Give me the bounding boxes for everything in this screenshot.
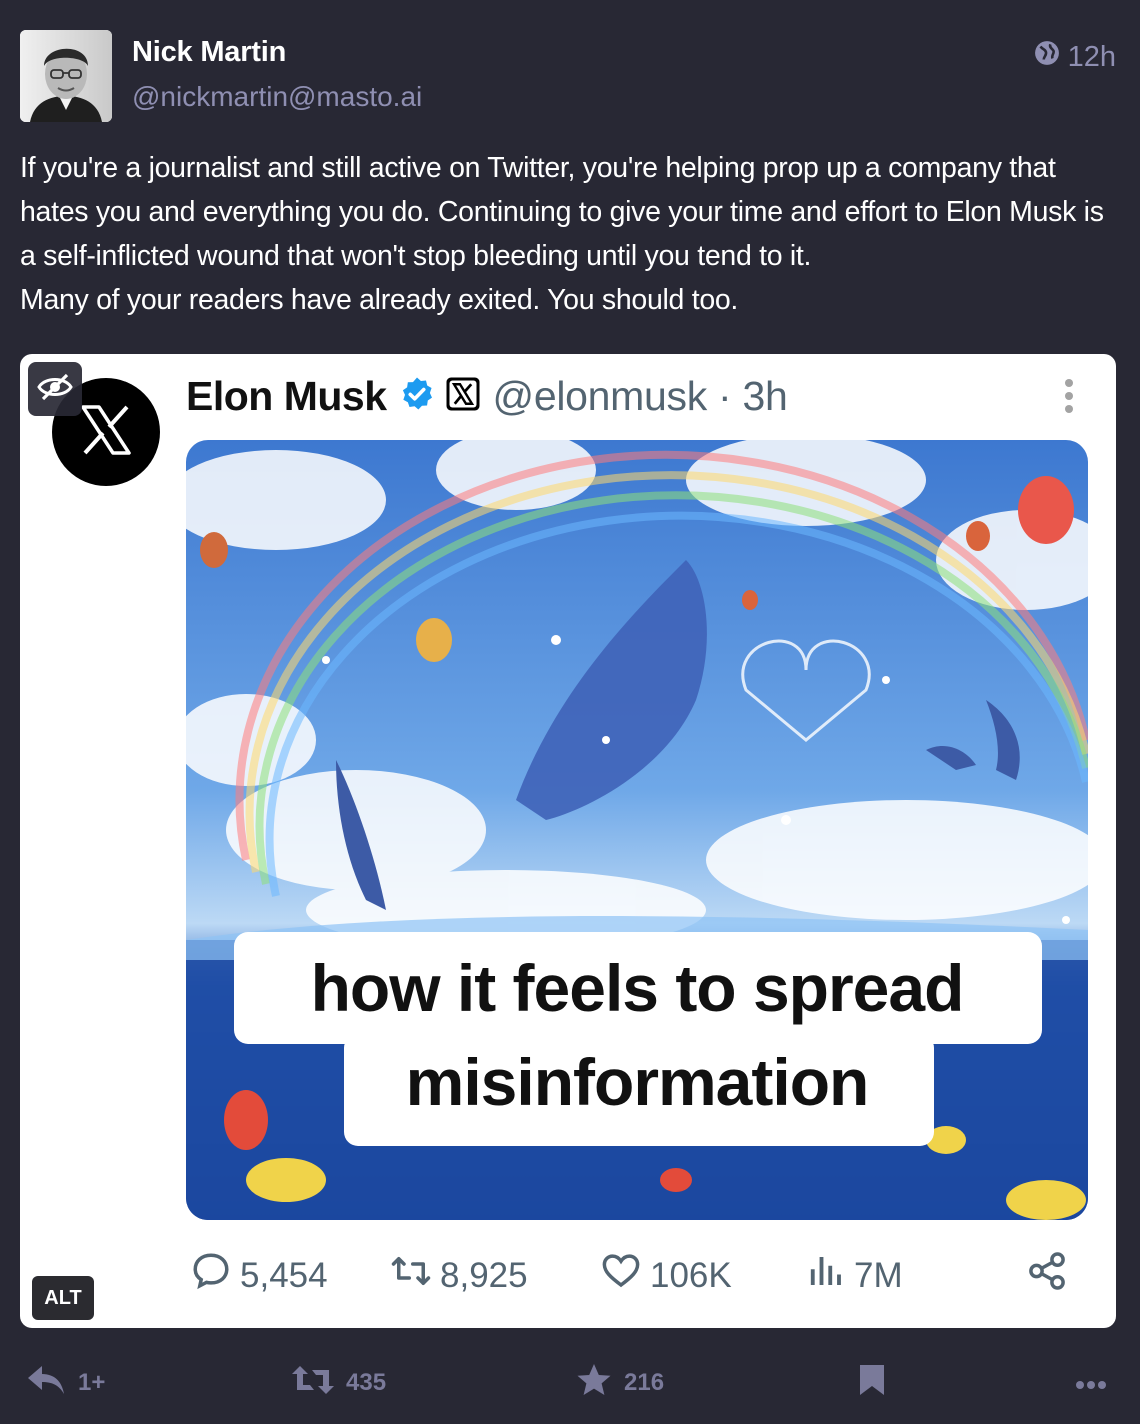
x-affiliation-icon [435,376,481,417]
more-options-button[interactable] [1076,1356,1106,1410]
tweet-replies: 5,454 [190,1250,328,1301]
globe-icon [1034,40,1060,74]
reply-icon [26,1364,66,1403]
x-logo-icon [77,401,135,464]
post-content-paragraph: Many of your readers have already exited… [20,284,739,316]
tweet-retweet-count: 8,925 [440,1255,528,1295]
tweet-header: Elon Musk @elonmusk · 3h [186,368,788,424]
hide-media-button[interactable] [28,362,82,416]
boost-icon [292,1364,334,1403]
tweet-handle-time: @elonmusk · 3h [492,372,788,419]
favourite-count: 216 [624,1369,665,1396]
more-horizontal-icon [1076,1369,1106,1397]
author-display-name[interactable]: Nick Martin [132,36,286,69]
retweet-icon [390,1250,432,1301]
star-icon [576,1363,612,1404]
tweet-stats: 5,454 8,925 106K 7M [190,1250,1070,1300]
heart-icon [600,1250,642,1301]
meme-caption-line: how it feels to spread [310,951,965,1025]
status-post: Nick Martin @nickmartin@masto.ai 12h If … [0,0,1140,1424]
comment-icon [190,1250,232,1301]
tweet-views: 7M [804,1250,903,1301]
meme-image: how it feels to spread misinformation [186,440,1088,1220]
author-handle[interactable]: @nickmartin@masto.ai [132,81,422,113]
boost-button[interactable]: 435 [292,1356,386,1410]
eye-slash-icon [36,372,74,407]
post-timestamp: 12h [1067,40,1116,73]
author-avatar[interactable] [20,30,112,122]
tweet-reply-count: 5,454 [240,1255,328,1295]
meme-caption-line: misinformation [405,1045,870,1119]
boost-count: 435 [346,1369,387,1396]
tweet-likes: 106K [600,1250,732,1301]
tweet-author-name: Elon Musk [186,372,387,419]
post-visibility-time[interactable]: 12h [1034,40,1116,74]
post-content-paragraph: If you're a journalist and still active … [20,152,1104,272]
tweet-retweets: 8,925 [390,1250,528,1301]
verified-badge-icon [387,376,435,417]
post-action-bar: 1+ 435 216 [0,1356,1140,1410]
tweet-like-count: 106K [650,1255,732,1295]
share-icon [1026,1250,1068,1301]
media-attachment[interactable]: Elon Musk @elonmusk · 3h how it feels to… [20,354,1116,1328]
reply-button[interactable]: 1+ [26,1356,105,1410]
views-chart-icon [804,1250,846,1301]
post-content: If you're a journalist and still active … [20,146,1120,322]
tweet-share [1026,1250,1068,1301]
bookmark-icon [858,1363,886,1404]
favourite-button[interactable]: 216 [576,1356,664,1410]
alt-text-badge[interactable]: ALT [32,1276,94,1320]
reply-count: 1+ [78,1369,106,1396]
more-vertical-icon [1062,378,1076,414]
tweet-view-count: 7M [854,1255,903,1295]
bookmark-button[interactable] [858,1356,886,1410]
